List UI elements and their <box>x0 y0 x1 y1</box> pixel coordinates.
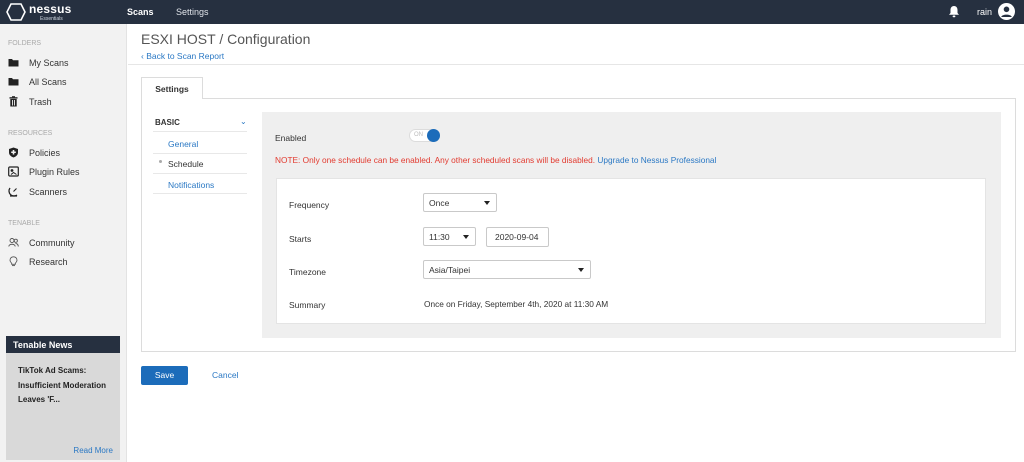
sidebar-item-label: Scanners <box>29 187 68 197</box>
brand-name: nessus <box>29 2 72 16</box>
menu-divider <box>153 193 247 194</box>
starts-label: Starts <box>289 234 312 244</box>
start-time-value: 11:30 <box>429 232 450 242</box>
sidebar-item-label: My Scans <box>29 58 69 68</box>
frequency-select[interactable]: Once <box>423 193 497 212</box>
hexagon-logo-icon <box>6 3 26 21</box>
news-read-more-link[interactable]: Read More <box>73 446 113 455</box>
trash-icon <box>9 96 18 107</box>
start-date-input[interactable]: 2020-09-04 <box>486 227 549 247</box>
header-divider <box>128 64 1024 65</box>
back-to-scan-report-link[interactable]: ‹ Back to Scan Report <box>141 51 224 61</box>
resources-header: RESOURCES <box>8 130 53 137</box>
timezone-value: Asia/Taipei <box>429 265 471 275</box>
folders-header: FOLDERS <box>8 40 42 47</box>
start-time-select[interactable]: 11:30 <box>423 227 476 246</box>
upgrade-link[interactable]: Upgrade to Nessus Professional <box>597 155 716 165</box>
satellite-icon <box>8 187 18 197</box>
schedule-note: NOTE: Only one schedule can be enabled. … <box>275 155 716 165</box>
timezone-label: Timezone <box>289 267 327 277</box>
summary-value: Once on Friday, September 4th, 2020 at 1… <box>424 299 609 309</box>
toggle-text: ON <box>414 132 423 138</box>
tab-settings[interactable]: Settings <box>141 77 203 99</box>
sidebar-item-label: Community <box>29 238 75 248</box>
folder-icon <box>8 78 19 86</box>
menu-item-general[interactable]: General <box>168 139 198 149</box>
sidebar-item-trash[interactable]: Trash <box>8 95 118 109</box>
sidebar-item-plugin-rules[interactable]: Plugin Rules <box>8 165 118 179</box>
toggle-knob <box>427 129 440 142</box>
sidebar-item-scanners[interactable]: Scanners <box>8 185 118 199</box>
back-link-label: Back to Scan Report <box>146 51 225 61</box>
bell-icon[interactable] <box>948 5 960 18</box>
menu-item-notifications[interactable]: Notifications <box>168 180 214 190</box>
shield-icon <box>9 147 18 158</box>
sidebar-item-label: Trash <box>29 97 52 107</box>
lightbulb-icon <box>9 256 18 267</box>
tenable-header: TENABLE <box>8 220 40 227</box>
plugin-icon <box>8 166 19 177</box>
enabled-toggle[interactable]: ON <box>409 129 440 142</box>
frequency-label: Frequency <box>289 200 330 210</box>
tenable-news-widget: Tenable News TikTok Ad Scams: Insufficie… <box>6 336 120 460</box>
cancel-button[interactable]: Cancel <box>212 370 238 380</box>
page-title: ESXI HOST / Configuration <box>141 31 311 47</box>
schedule-form <box>276 178 986 324</box>
chevron-down-icon[interactable]: ⌄ <box>240 117 247 126</box>
brand-edition: Essentials <box>40 16 63 22</box>
sidebar-item-label: Research <box>29 257 68 267</box>
frequency-value: Once <box>429 198 450 208</box>
sidebar-item-policies[interactable]: Policies <box>8 146 118 160</box>
sidebar-item-all-scans[interactable]: All Scans <box>8 75 118 89</box>
news-title: Tenable News <box>6 336 120 353</box>
summary-label: Summary <box>289 300 326 310</box>
menu-divider <box>153 131 247 132</box>
sidebar-item-label: All Scans <box>29 77 67 87</box>
caret-down-icon <box>484 201 490 205</box>
menu-divider <box>153 153 247 154</box>
sidebar-item-my-scans[interactable]: My Scans <box>8 56 118 70</box>
nav-settings[interactable]: Settings <box>176 7 209 17</box>
timezone-select[interactable]: Asia/Taipei <box>423 260 591 279</box>
sidebar-item-community[interactable]: Community <box>8 236 118 250</box>
save-button[interactable]: Save <box>141 366 188 385</box>
menu-item-schedule[interactable]: Schedule <box>168 159 203 169</box>
caret-down-icon <box>463 235 469 239</box>
folder-icon <box>8 59 19 67</box>
menu-divider <box>153 173 247 174</box>
user-name[interactable]: rain <box>977 7 992 17</box>
sidebar-item-label: Policies <box>29 148 61 158</box>
user-avatar-icon[interactable] <box>998 3 1015 20</box>
current-item-dot-icon <box>159 160 162 163</box>
enabled-label: Enabled <box>275 133 307 143</box>
caret-down-icon <box>578 268 584 272</box>
note-text: NOTE: Only one schedule can be enabled. … <box>275 155 596 165</box>
top-bar: nessus Essentials Scans Settings rain <box>0 0 1024 24</box>
sidebar-item-label: Plugin Rules <box>29 167 80 177</box>
nessus-logo[interactable]: nessus Essentials <box>6 2 76 22</box>
nav-scans[interactable]: Scans <box>127 7 154 17</box>
news-headline[interactable]: TikTok Ad Scams: Insufficient Moderation… <box>6 353 116 408</box>
people-icon <box>8 238 19 247</box>
basic-section-header[interactable]: BASIC <box>155 118 180 127</box>
sidebar-item-research[interactable]: Research <box>8 255 118 269</box>
